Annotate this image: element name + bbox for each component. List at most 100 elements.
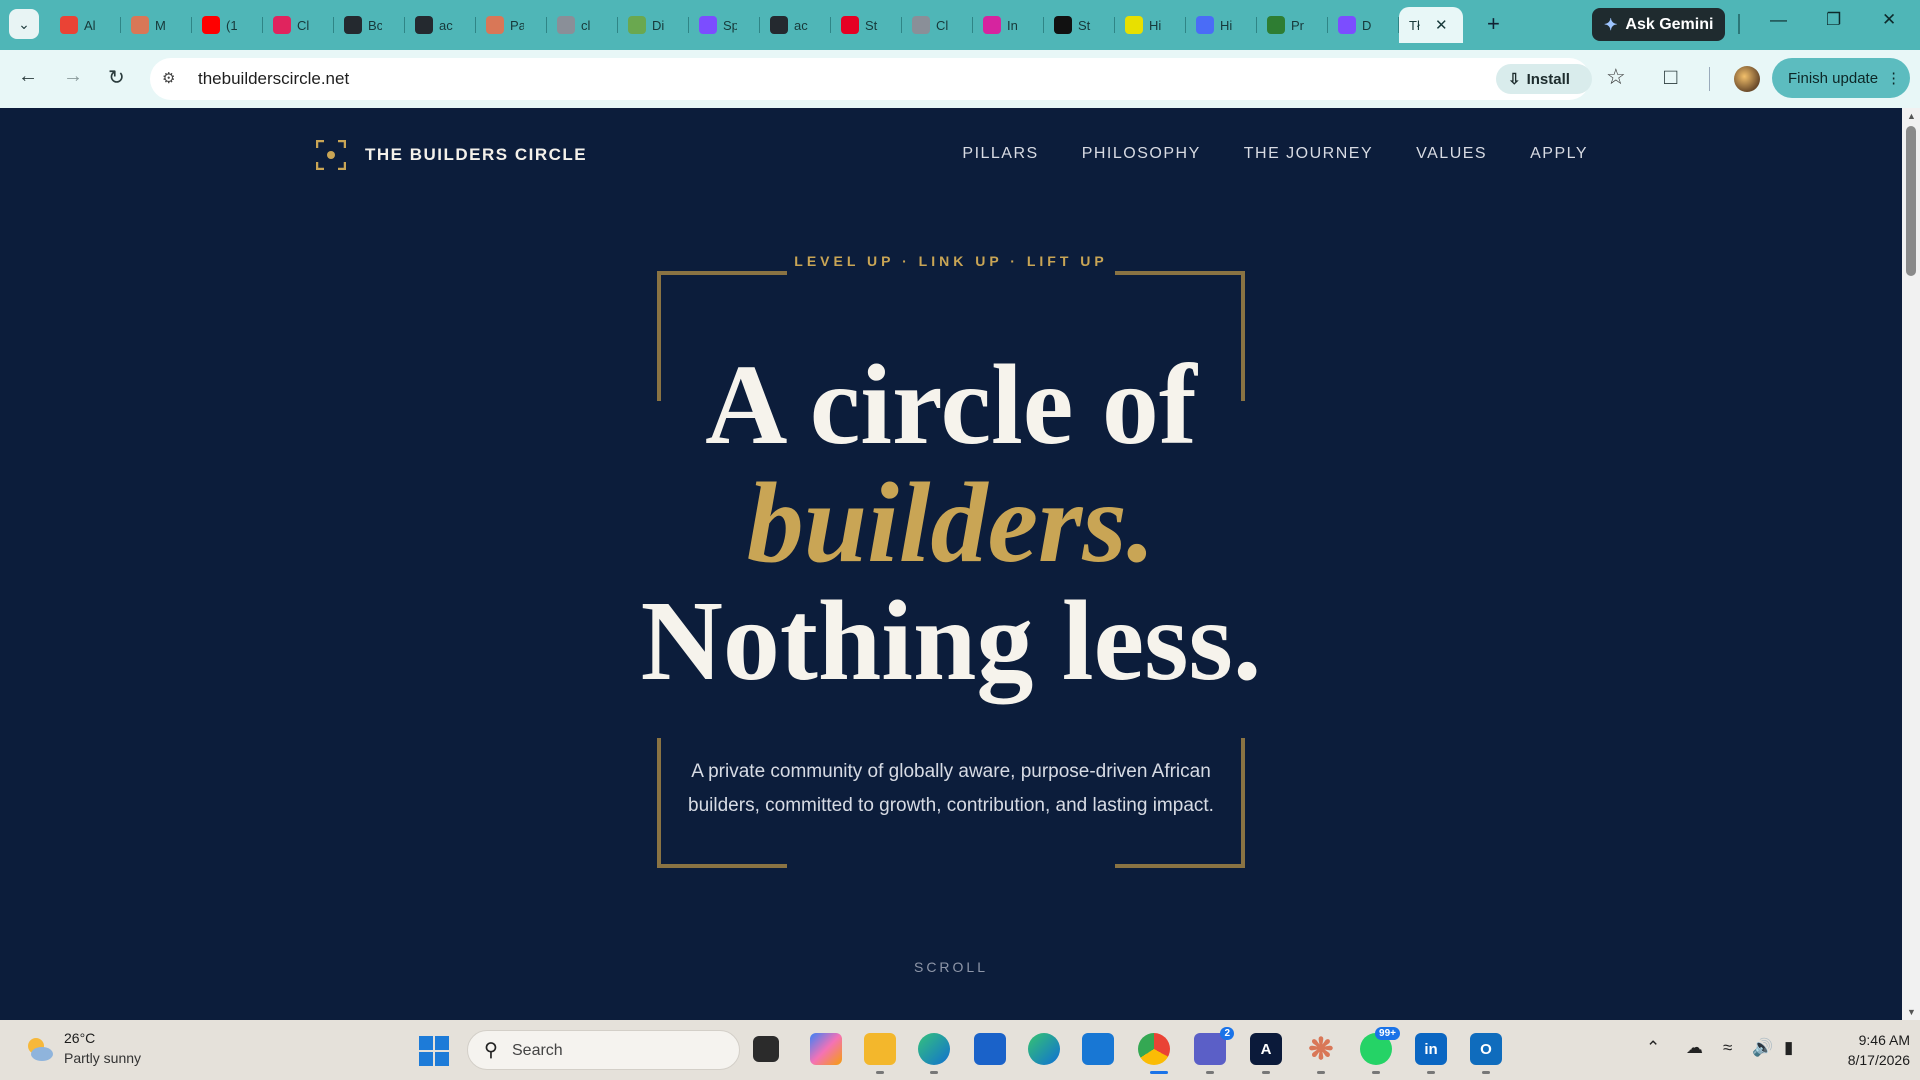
triangle-icon bbox=[1054, 16, 1072, 34]
browser-tab[interactable]: Di bbox=[618, 7, 689, 43]
claude-icon[interactable]: ❋ bbox=[1305, 1033, 1337, 1066]
running-indicator bbox=[876, 1071, 884, 1074]
browser-tab-active[interactable]: Tł ✕ bbox=[1399, 7, 1463, 43]
close-window-button[interactable]: ✕ bbox=[1882, 10, 1896, 30]
site-header: THE BUILDERS CIRCLE PILLARS PHILOSOPHY T… bbox=[0, 108, 1902, 198]
edge-icon[interactable] bbox=[1028, 1033, 1060, 1065]
chevron-up-icon[interactable]: ⌃ bbox=[1646, 1038, 1660, 1058]
ask-gemini-button[interactable]: ✦ Ask Gemini bbox=[1592, 8, 1725, 41]
scroll-thumb[interactable] bbox=[1906, 126, 1916, 276]
reload-button[interactable]: ↻ bbox=[108, 65, 125, 90]
browser-tab[interactable]: cl bbox=[547, 7, 618, 43]
browser-tab[interactable]: Cl bbox=[263, 7, 334, 43]
nav-link-pillars[interactable]: PILLARS bbox=[962, 145, 1038, 163]
headline-line-2: builders. bbox=[746, 459, 1156, 586]
close-tab-icon[interactable]: ✕ bbox=[1435, 16, 1448, 34]
weather-condition[interactable]: Partly sunny bbox=[64, 1050, 141, 1066]
minimize-button[interactable]: — bbox=[1770, 10, 1787, 30]
nav-link-the-journey[interactable]: THE JOURNEY bbox=[1244, 145, 1373, 163]
a-icon bbox=[1196, 16, 1214, 34]
teams-badge: 2 bbox=[1220, 1027, 1234, 1040]
windows-start-button[interactable] bbox=[419, 1036, 449, 1066]
bolt-icon bbox=[1338, 16, 1356, 34]
outlook-new-icon[interactable] bbox=[1082, 1033, 1114, 1065]
tab-label: St bbox=[1078, 17, 1091, 33]
browser-tab[interactable]: Al bbox=[50, 7, 121, 43]
running-indicator bbox=[1427, 1071, 1435, 1074]
copilot-icon[interactable] bbox=[810, 1033, 842, 1065]
browser-tab[interactable]: Cl bbox=[902, 7, 973, 43]
page-viewport: THE BUILDERS CIRCLE PILLARS PHILOSOPHY T… bbox=[0, 108, 1902, 1020]
install-app-button[interactable]: ⇩ Install bbox=[1496, 64, 1592, 94]
install-label: Install bbox=[1526, 70, 1570, 88]
browser-tab[interactable]: Pa bbox=[476, 7, 547, 43]
finish-update-button[interactable]: Finish update ⋮ bbox=[1772, 58, 1910, 98]
battery-icon[interactable]: ▮ bbox=[1784, 1038, 1793, 1058]
outlook-icon[interactable]: O bbox=[1470, 1033, 1502, 1065]
partly-sunny-icon[interactable] bbox=[24, 1034, 54, 1064]
page-scrollbar[interactable]: ▲ ▼ bbox=[1902, 108, 1920, 1020]
file-explorer-icon[interactable] bbox=[864, 1033, 896, 1065]
browser-tab[interactable]: M bbox=[121, 7, 192, 43]
url-text[interactable]: thebuilderscircle.net bbox=[198, 69, 349, 89]
site-settings-icon[interactable]: ⚙ bbox=[162, 69, 182, 89]
profile-avatar[interactable] bbox=[1734, 66, 1760, 92]
forward-button[interactable]: → bbox=[63, 65, 83, 88]
browser-tab[interactable]: Pr bbox=[1257, 7, 1328, 43]
browser-tab[interactable]: D bbox=[1328, 7, 1399, 43]
scroll-up-icon[interactable]: ▲ bbox=[1907, 111, 1916, 121]
browser-tab[interactable]: St bbox=[1044, 7, 1115, 43]
onedrive-icon[interactable]: ☁ bbox=[1686, 1038, 1703, 1058]
task-view-icon[interactable] bbox=[753, 1036, 779, 1062]
bookmark-star-icon[interactable]: ☆ bbox=[1606, 64, 1626, 90]
browser-tab[interactable]: Hi bbox=[1115, 7, 1186, 43]
scroll-indicator[interactable]: SCROLL bbox=[0, 959, 1902, 975]
linkedin-icon[interactable]: in bbox=[1415, 1033, 1447, 1065]
scroll-down-icon[interactable]: ▼ bbox=[1907, 1007, 1916, 1017]
more-vert-icon: ⋮ bbox=[1886, 70, 1902, 87]
wifi-icon[interactable]: ≈ bbox=[1723, 1038, 1732, 1058]
nav-link-apply[interactable]: APPLY bbox=[1530, 145, 1588, 163]
globe-icon bbox=[557, 16, 575, 34]
tab-label: In bbox=[1007, 17, 1018, 33]
address-bar[interactable]: ⚙ thebuilderscircle.net ⇩ Install ☆ bbox=[150, 58, 1626, 100]
restore-button[interactable]: ❐ bbox=[1826, 10, 1841, 30]
new-tab-button[interactable]: + bbox=[1487, 10, 1500, 38]
microsoft-store-icon[interactable] bbox=[974, 1033, 1006, 1065]
clock-date: 8/17/2026 bbox=[1847, 1052, 1910, 1068]
whatsapp-badge: 99+ bbox=[1375, 1027, 1400, 1040]
weather-temperature[interactable]: 26°C bbox=[64, 1030, 95, 1046]
browser-tab[interactable]: ac bbox=[760, 7, 831, 43]
tab-label: Hi bbox=[1149, 17, 1162, 33]
tab-label: cl bbox=[581, 17, 591, 33]
extensions-icon[interactable]: □ bbox=[1664, 64, 1677, 90]
nav-link-values[interactable]: VALUES bbox=[1416, 145, 1487, 163]
tab-label: ac bbox=[794, 17, 808, 33]
chrome-icon[interactable] bbox=[1138, 1033, 1170, 1065]
tab-search-button[interactable]: ⌄ bbox=[9, 9, 39, 39]
taskbar-search[interactable]: ⚲ Search bbox=[467, 1030, 740, 1070]
hero-headline: A circle of builders. Nothing less. bbox=[0, 346, 1902, 700]
brand-name[interactable]: THE BUILDERS CIRCLE bbox=[365, 145, 587, 165]
logo-icon[interactable] bbox=[316, 140, 346, 170]
a-app-icon[interactable]: A bbox=[1250, 1033, 1282, 1065]
browser-tab[interactable]: Bc bbox=[334, 7, 405, 43]
browser-tab[interactable]: Hi bbox=[1186, 7, 1257, 43]
browser-tab[interactable]: ac bbox=[405, 7, 476, 43]
back-button[interactable]: ← bbox=[18, 65, 38, 88]
sk-icon bbox=[273, 16, 291, 34]
nav-link-philosophy[interactable]: PHILOSOPHY bbox=[1082, 145, 1201, 163]
browser-tab[interactable]: St bbox=[831, 7, 902, 43]
browser-tab[interactable]: In bbox=[973, 7, 1044, 43]
volume-icon[interactable]: 🔊 bbox=[1752, 1038, 1773, 1058]
browser-tab[interactable]: Sp bbox=[689, 7, 760, 43]
ask-gemini-label: Ask Gemini bbox=[1625, 15, 1714, 33]
whatsapp-icon[interactable]: 99+ bbox=[1360, 1027, 1400, 1065]
edge-dev-icon[interactable] bbox=[918, 1033, 950, 1065]
tab-label: D bbox=[1362, 17, 1372, 33]
teams-icon[interactable]: 2 bbox=[1194, 1027, 1234, 1065]
browser-tab[interactable]: (1 bbox=[192, 7, 263, 43]
system-clock[interactable]: 9:46 AM 8/17/2026 bbox=[1820, 1030, 1910, 1070]
asterisk-icon bbox=[131, 16, 149, 34]
gmail-icon bbox=[60, 16, 78, 34]
